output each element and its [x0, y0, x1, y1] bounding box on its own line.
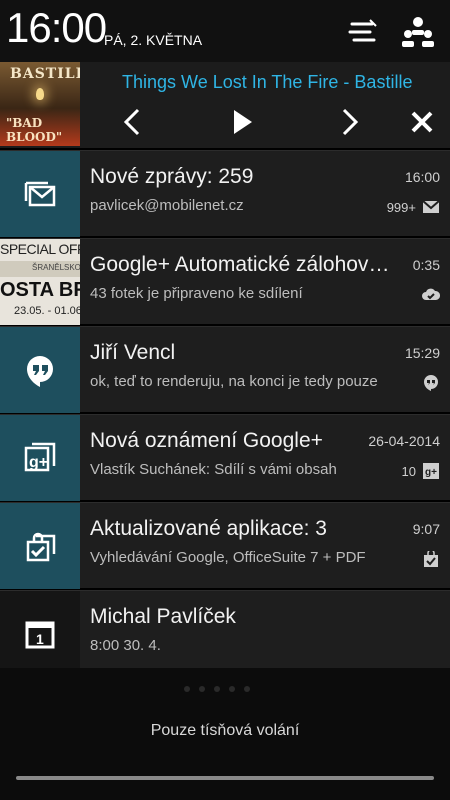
page-dot	[184, 686, 190, 692]
google-plus-small-icon: g+	[423, 463, 439, 479]
page-dot	[214, 686, 220, 692]
notification-header: 16:00 PÁ, 2. KVĚTNA	[0, 0, 450, 62]
gmail-icon	[0, 151, 80, 237]
notification-google-plus[interactable]: g+ Nová oznámení Google+ Vlastík Sucháne…	[0, 414, 450, 501]
notification-text: 8:00 30. 4.	[90, 637, 161, 654]
notification-meta: 999+	[387, 199, 440, 215]
notification-text: Vyhledávání Google, OfficeSuite 7 + PDF	[90, 549, 366, 566]
hangouts-icon	[0, 327, 80, 413]
thumb-text-4: 23.05. - 01.06.	[14, 305, 80, 317]
notification-title: Nové zprávy: 259	[90, 165, 254, 188]
unread-count: 999+	[386, 199, 416, 215]
notification-text: Vlastík Suchánek: Sdílí s vámi obsah	[90, 461, 337, 478]
notification-meta	[422, 287, 440, 303]
play-store-bag-icon	[0, 503, 80, 589]
svg-text:1: 1	[36, 631, 44, 647]
notification-app-updates[interactable]: Aktualizované aplikace: 3 Vyhledávání Go…	[0, 502, 450, 589]
hangouts-small-icon	[424, 375, 438, 391]
notification-time: 26-04-2014	[368, 433, 440, 449]
page-dot	[229, 686, 235, 692]
notification-meta	[422, 551, 440, 567]
page-indicator	[184, 686, 250, 692]
notification-title: Michal Pavlíček	[90, 605, 236, 628]
notification-title: Google+ Automatické zálohování	[90, 253, 390, 276]
album-art-subtitle: "BAD BLOOD"	[6, 116, 63, 144]
notification-meta: 10 g+	[402, 463, 440, 479]
track-title: Things We Lost In The Fire - Bastille	[122, 72, 413, 92]
album-art-text: BASTILLE	[10, 66, 80, 82]
mail-icon	[422, 200, 440, 213]
calendar-icon: 1	[0, 591, 80, 677]
notification-calendar[interactable]: 1 Michal Pavlíček 8:00 30. 4.	[0, 590, 450, 677]
notification-time: 0:35	[412, 257, 440, 273]
clock: 16:00	[6, 4, 107, 51]
notification-time: 9:07	[412, 521, 440, 537]
notification-time: 16:00	[404, 169, 440, 185]
date-label: PÁ, 2. KVĚTNA	[104, 32, 203, 48]
next-track-button[interactable]	[330, 102, 370, 142]
notification-autobackup[interactable]: SPECIAL OFFER ŠRANĚLSKO OSTA BRAVA 23.05…	[0, 238, 450, 325]
shade-drag-handle[interactable]	[16, 776, 434, 780]
svg-text:g+: g+	[29, 454, 48, 471]
thumb-text-3: OSTA BRAVA	[0, 279, 80, 301]
play-button[interactable]	[222, 102, 262, 142]
svg-text:g+: g+	[425, 467, 437, 478]
music-notification[interactable]: BASTILLE "BAD BLOOD" Things We Lost In T…	[0, 62, 450, 148]
photo-thumbnail: SPECIAL OFFER ŠRANĚLSKO OSTA BRAVA 23.05…	[0, 239, 80, 325]
users-grid-icon[interactable]	[400, 14, 436, 50]
notification-title: Jiří Vencl	[90, 341, 176, 364]
notification-title: Aktualizované aplikace: 3	[90, 517, 327, 540]
notification-gmail[interactable]: Nové zprávy: 259 pavlicek@mobilenet.cz 1…	[0, 150, 450, 237]
notification-text: pavlicek@mobilenet.cz	[90, 197, 244, 214]
thumb-text-2: ŠRANĚLSKO	[32, 263, 80, 272]
album-art-light	[36, 88, 44, 100]
notification-count: 10	[401, 463, 416, 479]
quick-settings-icon[interactable]	[344, 14, 380, 50]
notification-title: Nová oznámení Google+	[90, 429, 323, 452]
page-dot	[199, 686, 205, 692]
close-player-button[interactable]	[402, 102, 442, 142]
page-dot	[244, 686, 250, 692]
notification-time: 15:29	[404, 345, 440, 361]
notification-text: 43 fotek je připraveno ke sdílení	[90, 285, 303, 302]
cloud-check-icon	[422, 288, 440, 300]
emergency-calls-only-label: Pouze tísňová volání	[150, 722, 300, 739]
thumb-text-1: SPECIAL OFFER	[0, 241, 80, 257]
bag-check-icon	[424, 551, 438, 567]
google-plus-icon: g+	[0, 415, 80, 501]
notification-hangouts[interactable]: Jiří Vencl ok, teď to renderuju, na konc…	[0, 326, 450, 413]
notification-meta	[422, 375, 440, 391]
previous-track-button[interactable]	[114, 102, 154, 142]
album-art: BASTILLE "BAD BLOOD"	[0, 62, 80, 146]
notification-text: ok, teď to renderuju, na konci je tedy p…	[90, 373, 378, 390]
